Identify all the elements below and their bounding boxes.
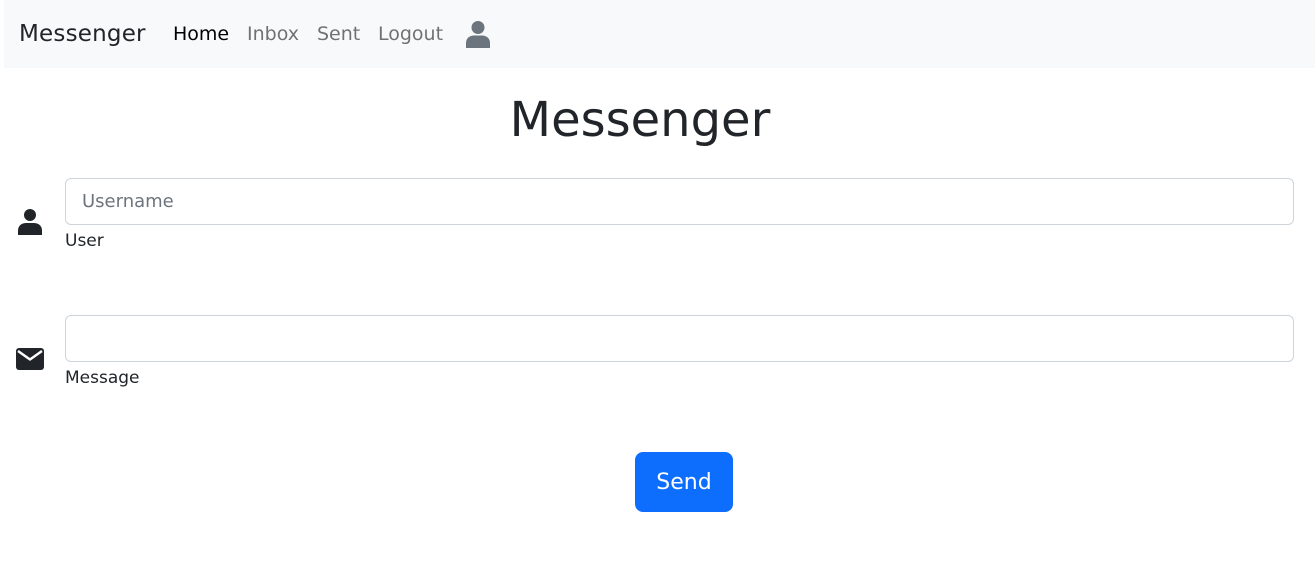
user-label: User: [65, 231, 104, 251]
user-icon: [18, 208, 42, 236]
envelope-icon: [16, 348, 44, 370]
navbar: Messenger Home Inbox Sent Logout: [4, 0, 1315, 68]
username-input[interactable]: [65, 178, 1294, 225]
page-title: Messenger: [509, 92, 771, 148]
message-input[interactable]: [65, 315, 1294, 362]
message-label: Message: [65, 368, 140, 388]
nav-link-inbox[interactable]: Inbox: [247, 22, 299, 46]
send-button[interactable]: Send: [635, 452, 733, 512]
nav-link-home[interactable]: Home: [173, 22, 229, 46]
nav-link-sent[interactable]: Sent: [317, 22, 360, 46]
nav-link-logout[interactable]: Logout: [378, 22, 443, 46]
user-icon[interactable]: [466, 20, 490, 48]
navbar-brand[interactable]: Messenger: [19, 18, 146, 50]
